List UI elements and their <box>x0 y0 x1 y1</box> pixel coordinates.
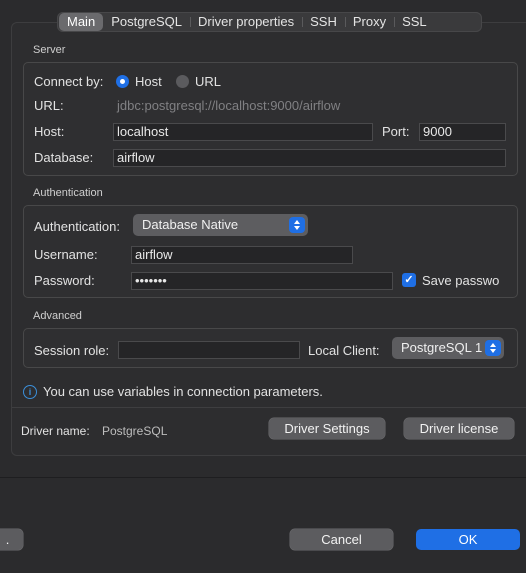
driver-settings-button[interactable]: Driver Settings <box>269 418 385 439</box>
username-field[interactable]: airflow <box>131 246 353 264</box>
local-client-label: Local Client: <box>308 343 380 358</box>
host-label: Host: <box>34 124 65 139</box>
driver-name-label: Driver name: <box>21 424 90 438</box>
local-client-select-value: PostgreSQL 1 <box>401 340 483 355</box>
checkmark-icon: ✓ <box>404 274 414 286</box>
authentication-label: Authentication: <box>34 219 121 234</box>
authentication-select-value: Database Native <box>142 217 239 232</box>
password-label: Password: <box>34 273 95 288</box>
tab-ssl[interactable]: SSL <box>394 13 435 31</box>
database-field[interactable]: airflow <box>113 149 506 167</box>
port-label: Port: <box>382 124 410 139</box>
password-field[interactable]: ••••••• <box>131 272 393 290</box>
save-password-checkbox[interactable]: ✓ <box>402 273 416 287</box>
connect-by-label: Connect by: <box>34 74 104 89</box>
tab-bar: Main PostgreSQL Driver properties SSH Pr… <box>57 12 482 32</box>
chevron-updown-icon <box>289 217 305 233</box>
left-footer-button[interactable]: . <box>0 529 23 550</box>
chevron-updown-icon <box>485 340 501 356</box>
url-field: jdbc:postgresql://localhost:9000/airflow <box>117 98 341 113</box>
port-field[interactable]: 9000 <box>419 123 506 141</box>
tab-driver-properties[interactable]: Driver properties <box>190 13 302 31</box>
session-role-label: Session role: <box>34 343 110 358</box>
ok-button[interactable]: OK <box>416 529 520 550</box>
tab-proxy[interactable]: Proxy <box>344 13 394 31</box>
url-radio-label[interactable]: URL <box>195 74 221 89</box>
tab-postgresql[interactable]: PostgreSQL <box>103 13 190 31</box>
host-radio[interactable] <box>116 75 129 88</box>
host-field[interactable]: localhost <box>113 123 373 141</box>
driver-license-button[interactable]: Driver license <box>404 418 514 439</box>
tab-main[interactable]: Main <box>59 13 104 31</box>
server-section-title: Server <box>33 44 66 56</box>
session-role-field[interactable] <box>118 341 300 359</box>
divider <box>12 407 526 408</box>
username-label: Username: <box>34 247 98 262</box>
url-radio[interactable] <box>176 75 189 88</box>
database-label: Database: <box>34 150 94 165</box>
tab-ssh[interactable]: SSH <box>302 13 345 31</box>
local-client-select[interactable]: PostgreSQL 1 <box>392 337 504 359</box>
footer-separator <box>0 477 526 478</box>
variables-info-text: You can use variables in connection para… <box>43 384 323 399</box>
host-radio-label[interactable]: Host <box>135 74 162 89</box>
driver-name-value: PostgreSQL <box>102 424 168 438</box>
save-password-label[interactable]: Save passwo <box>422 273 518 288</box>
advanced-section-title: Advanced <box>33 310 82 322</box>
cancel-button[interactable]: Cancel <box>290 529 393 550</box>
authentication-section-title: Authentication <box>33 187 103 199</box>
authentication-select[interactable]: Database Native <box>133 214 308 236</box>
url-label: URL: <box>34 98 64 113</box>
info-icon: i <box>23 385 37 399</box>
